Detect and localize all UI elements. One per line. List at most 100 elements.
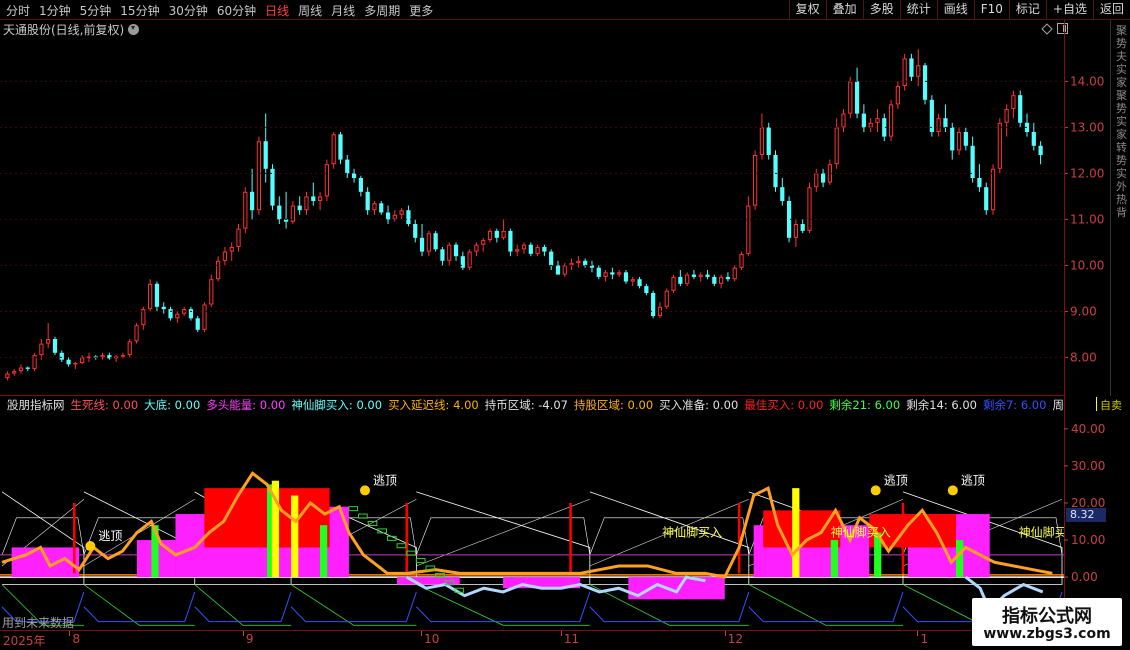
cycle-green-3: [290, 584, 417, 626]
period-tab-9[interactable]: 多周期: [360, 2, 405, 19]
date-label-1: 8: [72, 632, 81, 646]
current-value-marker: 8.32: [1066, 508, 1106, 522]
candle-body: [481, 240, 486, 245]
step-box-1: [358, 513, 368, 519]
candle-body: [249, 191, 255, 211]
action-button-6[interactable]: 标记: [1008, 0, 1046, 20]
candle-body: [222, 251, 228, 261]
period-toolbar: 分时 1分钟 5分钟 15分钟 30分钟 60分钟 日线 周线 月线 多周期 更多 复权 叠加 多股 统计…: [0, 0, 1130, 20]
candle-body: [630, 279, 635, 282]
period-tab-1[interactable]: 1分钟: [35, 2, 76, 19]
candlestick-chart[interactable]: [0, 20, 1064, 395]
candle-body: [664, 290, 669, 307]
indicator-tick-label: 0.00: [1071, 570, 1098, 584]
energy-zone-6: [628, 577, 725, 600]
candle-body: [868, 122, 873, 128]
candle-body: [345, 159, 350, 174]
candle-body: [433, 233, 438, 250]
price-tick-label: 8.00: [1070, 350, 1097, 364]
candle-body: [216, 260, 221, 280]
smile-icon-5: [947, 485, 958, 496]
candle-body: [1004, 109, 1009, 123]
candle-body: [834, 127, 839, 165]
candle-body: [569, 263, 574, 266]
period-tab-8[interactable]: 月线: [327, 2, 360, 19]
period-tab-5[interactable]: 60分钟: [213, 2, 261, 19]
candle-body: [984, 187, 989, 211]
smile-icon-0: [85, 541, 96, 552]
smile-icon-4: [870, 485, 881, 496]
indicator-values: 生死线: 0.00 大底: 0.00 多头能量: 0.00 神仙脚买入: 0.00 买入…: [71, 397, 1065, 413]
candle-body: [820, 173, 826, 183]
candle-body: [460, 256, 465, 268]
action-button-1[interactable]: 叠加: [825, 0, 863, 20]
volume-bar-4: [320, 525, 328, 578]
candle-body: [236, 228, 241, 248]
candle-body: [705, 274, 710, 277]
candle-body: [651, 293, 656, 316]
step-box-2: [367, 521, 378, 526]
candle-body: [623, 272, 629, 282]
date-label-5: 12: [727, 632, 743, 646]
action-button-3[interactable]: 统计: [899, 0, 937, 20]
period-tab-4[interactable]: 30分钟: [165, 2, 213, 19]
candle-body: [338, 134, 343, 160]
candle-body: [990, 168, 996, 211]
date-tick-2: [242, 631, 244, 636]
action-button-4[interactable]: 画线: [936, 0, 974, 20]
period-tab-2[interactable]: 5分钟: [76, 2, 117, 19]
action-button-7[interactable]: +自选: [1045, 0, 1093, 20]
candle-body: [18, 367, 24, 372]
period-tab-7[interactable]: 周线: [294, 2, 327, 19]
candle-body: [392, 214, 397, 220]
candle-body: [1018, 95, 1023, 123]
indicator-chart[interactable]: 逃顶逃顶神仙脚买入神仙脚买入逃顶逃顶神仙脚买入: [0, 414, 1064, 629]
candle-body: [841, 113, 846, 128]
candle-body: [277, 205, 282, 220]
candle-body: [807, 187, 812, 231]
period-tabs: 分时 1分钟 5分钟 15分钟 30分钟 60分钟 日线 周线 月线 多周期 更多: [2, 0, 438, 20]
candle-body: [487, 230, 493, 241]
candle-body: [753, 155, 758, 206]
indicator-value-11: 剩余7: 6.00: [982, 398, 1047, 412]
period-tab-6[interactable]: 日线: [261, 2, 294, 19]
candle-body: [120, 355, 126, 357]
candle-body: [515, 249, 520, 252]
candle-body: [732, 267, 737, 280]
candle-body: [685, 274, 690, 284]
candle-body: [39, 343, 44, 356]
indicator-value-6: 持股区域: 0.00: [574, 398, 654, 412]
action-button-2[interactable]: 多股: [862, 0, 900, 20]
candle-body: [956, 132, 962, 151]
period-tab-0[interactable]: 分时: [2, 2, 35, 19]
watermark-url: www.zbgs3.com: [983, 626, 1111, 642]
action-button-8[interactable]: 返回: [1092, 0, 1130, 20]
candle-body: [909, 58, 914, 77]
action-button-5[interactable]: F10: [973, 0, 1009, 20]
candle-body: [141, 309, 146, 326]
candle-body: [888, 104, 894, 137]
candle-body: [304, 196, 309, 211]
candle-body: [209, 279, 214, 305]
candle-body: [399, 210, 404, 215]
indicator-name[interactable]: 股朋指标网: [7, 397, 65, 413]
period-tab-10[interactable]: 更多: [405, 2, 438, 19]
candle-body: [161, 306, 166, 310]
candle-body: [134, 325, 139, 342]
candle-body: [175, 313, 180, 319]
volume-bar-8: [956, 540, 964, 578]
action-button-0[interactable]: 复权: [788, 0, 826, 20]
candle-body: [297, 205, 302, 211]
candle-body: [766, 127, 771, 155]
candle-body: [691, 274, 697, 277]
annotation-6: 神仙脚买入: [1019, 524, 1064, 539]
candle-body: [977, 178, 982, 188]
candle-body: [413, 224, 418, 238]
period-tab-3[interactable]: 15分钟: [116, 2, 164, 19]
candle-body: [270, 168, 275, 206]
candle-body: [617, 272, 622, 275]
candle-body: [419, 237, 425, 252]
candle-body: [861, 113, 866, 128]
candle-body: [202, 304, 207, 330]
indicator-value-0: 生死线: 0.00: [70, 398, 139, 412]
